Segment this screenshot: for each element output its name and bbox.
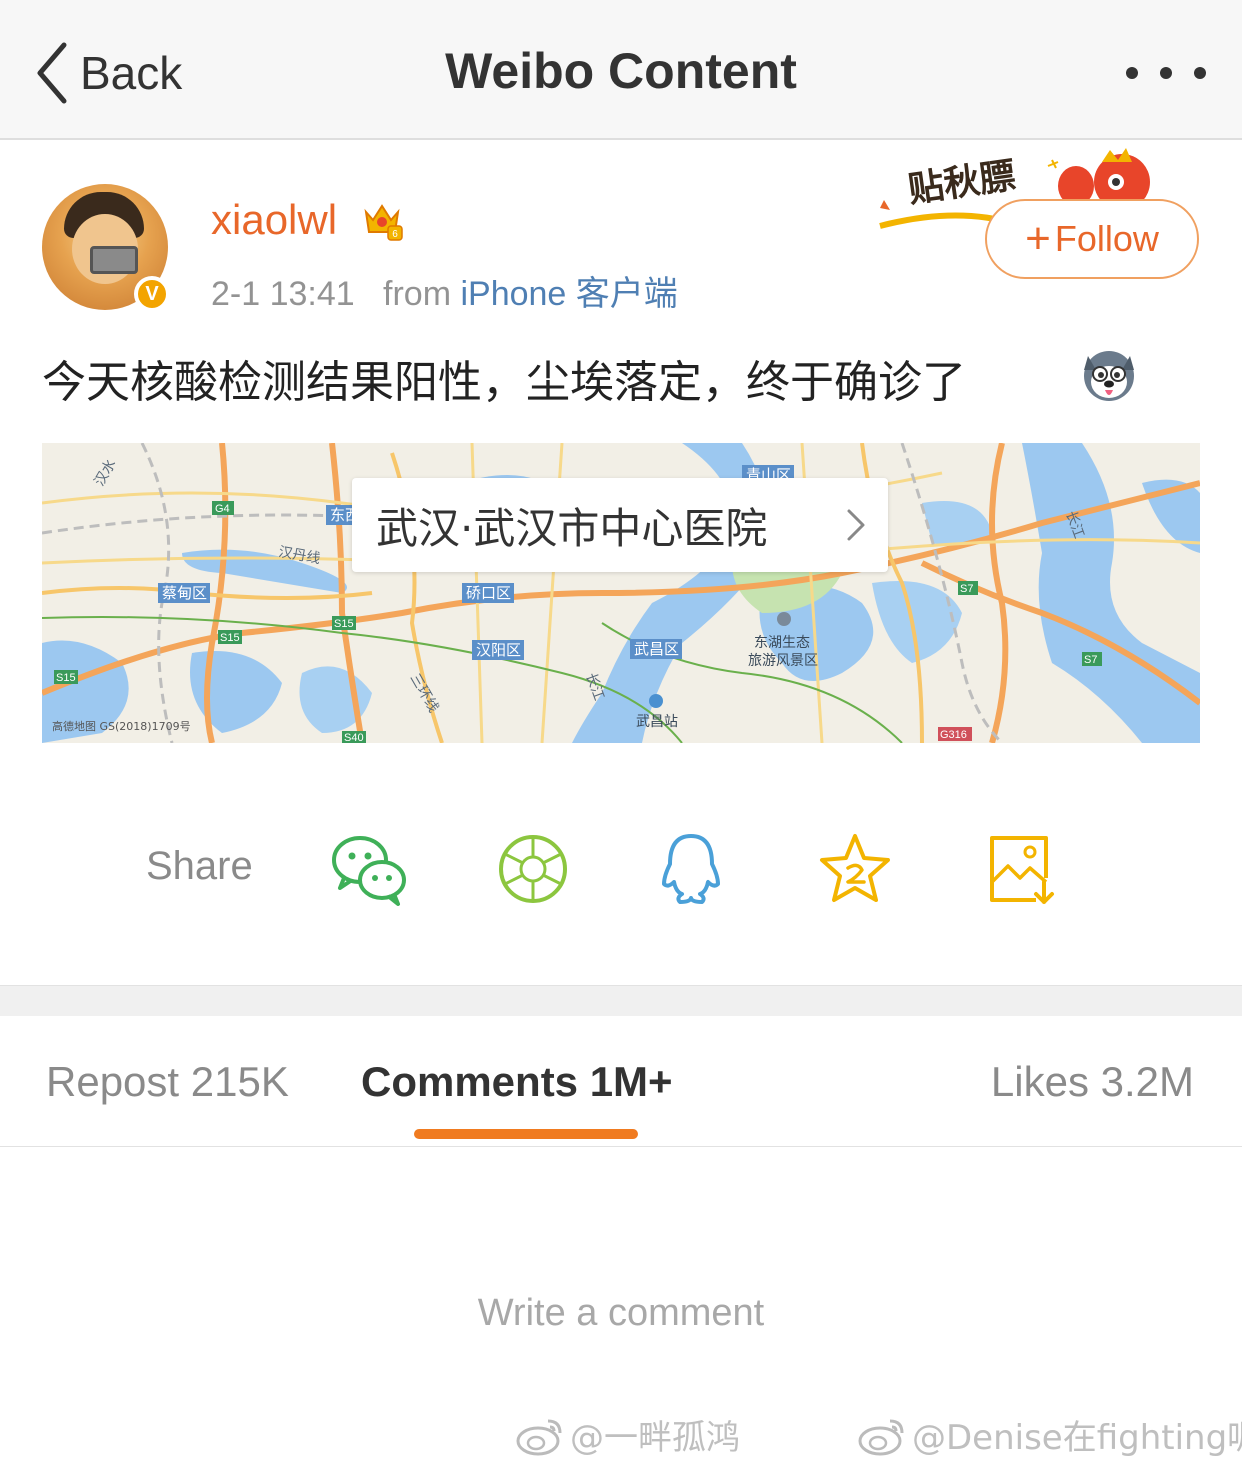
wechat-icon[interactable]	[330, 830, 408, 908]
follow-label: Follow	[1054, 218, 1159, 259]
device-link[interactable]: iPhone 客户端	[460, 275, 677, 313]
weibo-logo-icon	[858, 1419, 904, 1455]
map-road-s7a: S7	[960, 583, 973, 595]
watermark-2: @Denise在fighting呢	[856, 1410, 1242, 1459]
map-label-donghu2: 旅游风景区	[748, 653, 818, 669]
post-text: 今天核酸检测结果阳性，尘埃落定，终于确诊了	[42, 357, 966, 408]
verified-badge: V	[134, 276, 170, 312]
map-road-s7b: S7	[1084, 654, 1097, 666]
watermark-text-1: @一畔孤鸿	[570, 1418, 740, 1458]
svg-text:6: 6	[392, 229, 398, 240]
qq-icon[interactable]	[652, 830, 730, 908]
from-label: from	[383, 275, 452, 313]
more-dot-icon	[1194, 67, 1206, 79]
username[interactable]: xiaolwl	[211, 196, 337, 244]
share-label: Share	[146, 844, 253, 888]
section-divider	[0, 985, 1242, 1016]
more-options-button[interactable]	[1126, 58, 1206, 88]
favorites-icon[interactable]	[816, 830, 894, 908]
map-road-g4: G4	[215, 503, 230, 515]
vip-crown-icon: 6	[364, 204, 403, 241]
map-label-qiaokou: 硚口区	[466, 584, 511, 602]
husky-emoji-icon	[1084, 351, 1134, 401]
map-road-s15b: S15	[334, 618, 354, 630]
watermark-1: @一畔孤鸿	[514, 1410, 740, 1459]
map-label-wuchang-station: 武昌站	[636, 714, 678, 730]
map-label-donghu: 东湖生态	[754, 635, 810, 651]
map-credit: 高德地图 GS(2018)1709号	[52, 720, 191, 733]
moments-icon[interactable]	[494, 830, 572, 908]
location-card[interactable]: 武汉·武汉市中心医院	[352, 478, 888, 572]
map-road-s15c: S15	[56, 672, 76, 684]
map-label-hanyang: 汉阳区	[476, 641, 521, 659]
save-image-icon[interactable]	[984, 830, 1062, 908]
active-tab-indicator	[414, 1129, 638, 1139]
comment-input[interactable]: Write a comment	[0, 1292, 1242, 1335]
map-road-s40: S40	[344, 732, 364, 743]
map-road-s15a: S15	[220, 632, 240, 644]
map-label-hanshui: 汉水	[92, 457, 120, 489]
map-road-g316: G316	[940, 729, 967, 741]
weibo-logo-icon	[516, 1419, 562, 1455]
page-title: Weibo Content	[445, 43, 797, 99]
map-label-changjiang: 长江	[582, 671, 607, 703]
tabs-divider	[0, 1146, 1242, 1147]
more-dot-icon	[1160, 67, 1172, 79]
tab-likes[interactable]: Likes 3.2M	[991, 1058, 1194, 1106]
chevron-right-icon	[847, 509, 865, 541]
map-label-caidian: 蔡甸区	[162, 584, 207, 602]
sticker-text: 贴秋膘	[906, 155, 1019, 211]
avatar[interactable]: V	[42, 184, 170, 312]
plus-icon: +	[1025, 214, 1051, 263]
post-meta: 2-1 13:41 from iPhone 客户端	[211, 266, 678, 315]
tab-comments[interactable]: Comments 1M+	[361, 1058, 673, 1106]
map-label-wuchang: 武昌区	[634, 640, 679, 658]
location-label: 武汉·武汉市中心医院	[376, 503, 768, 553]
tab-repost[interactable]: Repost 215K	[46, 1058, 289, 1106]
map-label-sanhuan: 三环线	[407, 671, 442, 715]
more-dot-icon	[1126, 67, 1138, 79]
watermark-text-2: @Denise在fighting呢	[912, 1418, 1242, 1458]
nav-bar: Back Weibo Content	[0, 0, 1242, 140]
follow-button[interactable]: + Follow	[985, 199, 1199, 279]
post-timestamp: 2-1 13:41	[211, 275, 355, 313]
